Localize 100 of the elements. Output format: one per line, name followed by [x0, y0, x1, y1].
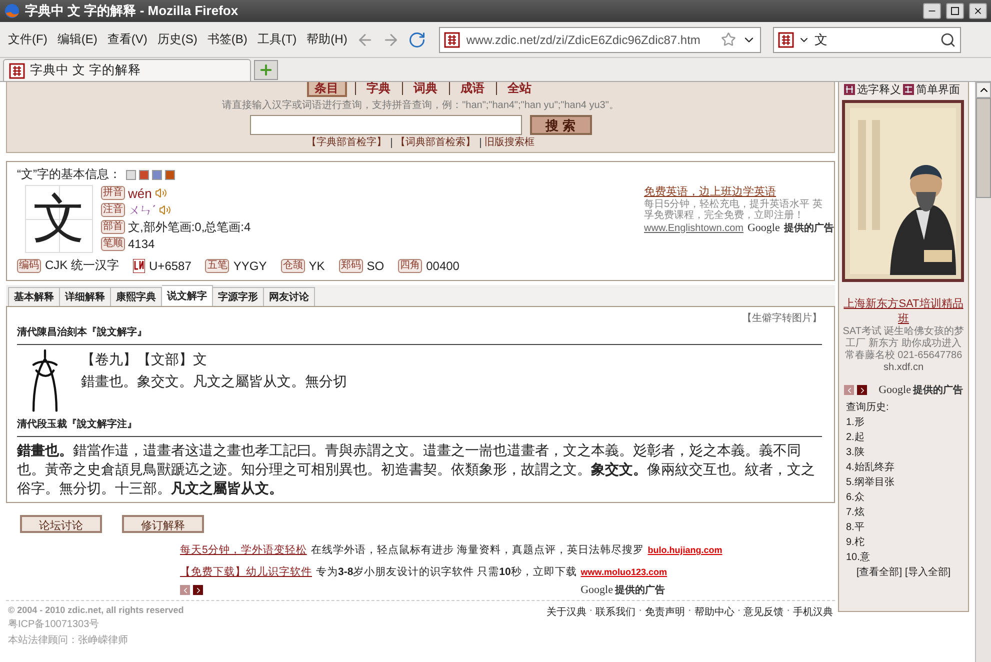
search-input[interactable]	[250, 115, 522, 135]
minimize-button[interactable]	[923, 3, 941, 19]
history-item[interactable]: 4.始乱终弃	[846, 460, 961, 474]
ad-text: SAT考试 诞生哈佛女孩的梦工厂 新东方 助你成功进入常春藤名校 021-65647786	[842, 326, 965, 362]
menu-item[interactable]: 编辑(E)	[53, 29, 102, 50]
ad-url[interactable]: bulo.hujiang.com	[648, 545, 722, 555]
content-tab[interactable]: 网友讨论	[264, 287, 315, 306]
nav-tab[interactable]: 全站	[496, 82, 542, 95]
speaker-icon[interactable]	[154, 187, 167, 199]
plus-icon	[258, 62, 274, 78]
sidebar-link[interactable]: 选字释义	[857, 82, 901, 97]
unicode-icon	[133, 258, 146, 272]
history-item[interactable]: 3.陕	[846, 445, 961, 459]
menu-item[interactable]: 历史(S)	[153, 29, 202, 50]
history-item[interactable]: 5.纲举目张	[846, 475, 961, 489]
content-tab[interactable]: 详细解释	[60, 287, 111, 306]
edition-heading: 清代段玉裁『說文解字注』	[17, 417, 822, 437]
separator: ·	[737, 605, 741, 616]
nav-tab[interactable]: 成语	[448, 82, 496, 95]
field-tag: 五笔	[205, 258, 230, 272]
search-link[interactable]: 【字典部首检字】	[302, 138, 390, 148]
ad-link[interactable]: 每天5分钟，学外语变轻松	[180, 543, 307, 557]
code-value: 00400	[426, 258, 460, 272]
browser-tab[interactable]: 字典中 文 字的解释	[3, 59, 251, 81]
next-button[interactable]	[193, 585, 203, 595]
new-tab-button[interactable]	[254, 60, 278, 80]
menu-item[interactable]: 书签(B)	[203, 29, 252, 50]
separator: ·	[786, 605, 790, 616]
footer-link[interactable]: 关于汉典	[546, 605, 586, 619]
history-item[interactable]: 10.意	[846, 550, 961, 564]
history-item[interactable]: 8.平	[846, 520, 961, 534]
action-button[interactable]: 论坛讨论	[20, 515, 102, 533]
menu-item[interactable]: 文件(F)	[4, 29, 52, 50]
history-item[interactable]: 9.柁	[846, 535, 961, 549]
history-item[interactable]: 6.众	[846, 490, 961, 504]
content-tab[interactable]: 说文解字	[162, 285, 213, 306]
field-value: 4134	[128, 237, 155, 251]
history-link[interactable]: [导入全部]	[905, 565, 951, 579]
content-tab[interactable]: 字源字形	[213, 287, 264, 306]
definition-text: 錯畫也。象交文。凡文之屬皆从文。無分切	[81, 373, 347, 391]
content-tab[interactable]: 康熙字典	[111, 287, 162, 306]
history-link[interactable]: [查看全部]	[856, 565, 902, 579]
next-button[interactable]	[857, 385, 867, 395]
ad-url[interactable]: www.Englishtown.com	[644, 222, 744, 234]
scroll-thumb[interactable]	[976, 98, 991, 198]
nav-tab[interactable]: 条目	[308, 82, 344, 95]
action-button[interactable]: 修订解释	[122, 515, 204, 533]
speaker-icon[interactable]	[159, 204, 171, 216]
footer-link[interactable]: 帮助中心	[694, 605, 734, 619]
sidebar-link[interactable]: 简单界面	[916, 82, 960, 97]
field-value: ㄨㄣˊ	[128, 202, 156, 218]
maximize-button[interactable]	[946, 3, 964, 19]
close-icon	[973, 6, 983, 16]
menu-item[interactable]: 工具(T)	[253, 29, 301, 50]
field-tag: 笔顺	[101, 237, 125, 251]
ad-link[interactable]: 【免费下载】幼儿识字软件	[180, 565, 312, 579]
search-icon[interactable]	[940, 32, 956, 48]
search-hint: 请直接输入汉字或词语进行查询，支持拼音查询，例："han";"han4";"han yu";"han4 yu3"。	[222, 98, 619, 112]
ad-brand: Google	[747, 222, 780, 234]
site-icon	[444, 32, 460, 48]
search-link[interactable]: 【词典部首检索】	[390, 138, 480, 148]
image-link[interactable]: 【生僻字转图片】	[742, 311, 822, 325]
scroll-up-button[interactable]	[976, 82, 991, 98]
ad-url[interactable]: www.moluo123.com	[580, 567, 667, 577]
footer-link[interactable]: 手机汉典	[793, 605, 833, 619]
history-item[interactable]: 2.起	[846, 430, 961, 444]
content-tab[interactable]: 基本解释	[8, 287, 60, 306]
footer-text: 本站法律顾问：张峥嵘律师	[8, 634, 129, 647]
ad-link[interactable]: 上海新东方SAT培训精品班	[842, 296, 965, 326]
grid-icon	[903, 84, 914, 95]
star-icon[interactable]	[721, 32, 736, 47]
ad-text: 在线学外语，轻点鼠标有进步 海量资料，真题点评，英日法韩尽搜罗	[310, 543, 644, 557]
history-item[interactable]: 1.形	[846, 415, 961, 429]
menu-item[interactable]: 帮助(H)	[302, 29, 352, 50]
close-button[interactable]	[969, 3, 987, 19]
character-glyph: 文	[25, 185, 93, 253]
window-title: 字典中 文 字的解释 - Mozilla Firefox	[25, 2, 240, 20]
code-value: CJK 统一汉字	[45, 257, 120, 274]
field-tag: 部首	[101, 220, 125, 234]
menu-item[interactable]: 查看(V)	[103, 29, 152, 50]
nav-tab[interactable]: 词典	[402, 82, 448, 95]
address-field[interactable]: www.zdic.net/zd/zi/ZdicE6Zdic96Zdic87.htm	[439, 26, 762, 52]
footer-link[interactable]: 意见反馈	[744, 605, 784, 619]
footer-link[interactable]: 联系我们	[596, 605, 636, 619]
browser-logo-icon	[4, 3, 20, 19]
site-icon	[778, 32, 794, 48]
separator: ·	[688, 605, 692, 616]
info-heading: “文”字的基本信息：	[17, 166, 121, 183]
ad-link[interactable]: 免费英语，边上班边学英语	[644, 184, 824, 199]
history-item[interactable]: 7.炫	[846, 505, 961, 519]
site-icon	[9, 62, 25, 78]
field-tag: 编码	[17, 258, 41, 272]
ad-note: 提供的广告	[913, 383, 963, 397]
search-field[interactable]: 文	[773, 26, 962, 52]
search-button[interactable]: 搜 索	[530, 115, 592, 135]
field-tag: 郑码	[338, 258, 363, 272]
search-link[interactable]: 旧版搜索框	[480, 138, 538, 148]
ad-text: 专为3-8岁小朋友设计的识字软件 只需10秒，立即下载	[316, 565, 577, 579]
footer-link[interactable]: 免责声明	[644, 605, 685, 619]
code-value: YK	[308, 258, 325, 272]
